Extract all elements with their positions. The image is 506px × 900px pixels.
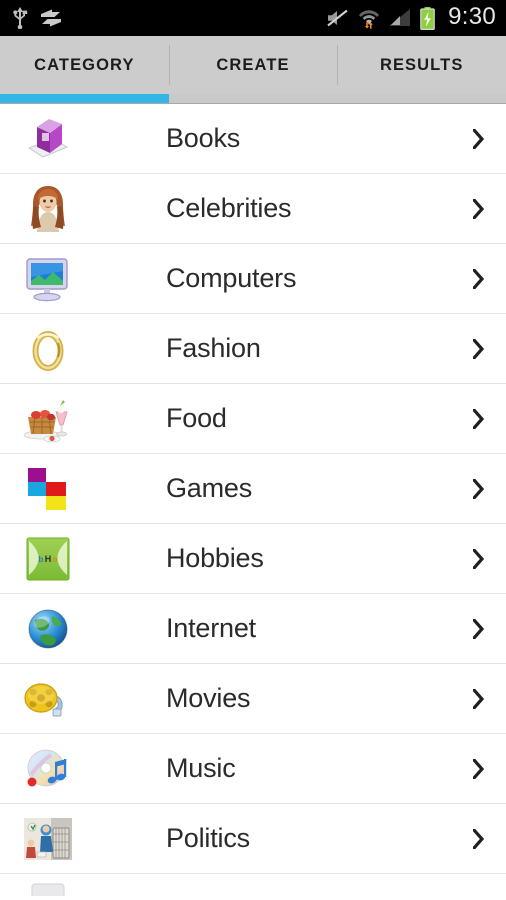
wifi-data-icon	[359, 10, 380, 29]
list-item-fashion[interactable]: Fashion	[0, 314, 506, 384]
status-bar-clock: 9:30	[448, 3, 496, 30]
tab-category[interactable]: CATEGORY	[0, 36, 169, 94]
tab-bar-labels: CATEGORY CREATE RESULTS	[0, 36, 506, 94]
tab-bar: CATEGORY CREATE RESULTS	[0, 36, 506, 104]
tab-indicator-create	[169, 94, 338, 103]
usb-icon	[13, 7, 28, 29]
list-item-label: Celebrities	[166, 193, 292, 223]
chevron-right-icon[interactable]	[450, 408, 506, 429]
list-item-label: Computers	[166, 263, 297, 293]
list-item-hobbies[interactable]: H o b Hobbies	[0, 524, 506, 594]
sync-transfer-icon	[41, 9, 61, 27]
list-item-internet[interactable]: Internet	[0, 594, 506, 664]
list-item-movies[interactable]: Movies	[0, 664, 506, 734]
chevron-right-icon[interactable]	[450, 758, 506, 779]
list-item-label: Internet	[166, 613, 256, 643]
list-item-computers[interactable]: Computers	[0, 244, 506, 314]
tab-results-label: RESULTS	[379, 55, 464, 74]
list-item-label: Hobbies	[166, 543, 264, 573]
chevron-right-icon[interactable]	[450, 618, 506, 639]
list-item-label: Fashion	[166, 333, 261, 363]
list-item-celebrities[interactable]: Celebrities	[0, 174, 506, 244]
status-bar: 9:30	[0, 0, 506, 36]
tab-create[interactable]: CREATE	[168, 36, 338, 94]
list-item-food[interactable]: Food	[0, 384, 506, 454]
tab-results[interactable]: RESULTS	[337, 36, 506, 94]
chevron-right-icon[interactable]	[450, 548, 506, 569]
tab-create-label: CREATE	[216, 55, 290, 74]
chevron-right-icon[interactable]	[450, 198, 506, 219]
chevron-right-icon[interactable]	[450, 828, 506, 849]
list-item-label: Books	[166, 123, 241, 153]
chevron-right-icon[interactable]	[450, 338, 506, 359]
tab-indicator-results	[337, 94, 506, 103]
list-item-label: Politics	[166, 823, 250, 853]
list-item-label: Music	[166, 753, 236, 783]
chevron-right-icon[interactable]	[450, 478, 506, 499]
chevron-right-icon[interactable]	[450, 688, 506, 709]
tab-indicator-track	[0, 94, 506, 104]
list-item-label: Food	[166, 403, 227, 433]
mute-icon	[327, 9, 348, 27]
tab-category-label: CATEGORY	[34, 55, 135, 74]
list-item-label: Games	[166, 473, 253, 503]
battery-charging-icon	[420, 6, 435, 30]
list-item-partial-next[interactable]	[0, 874, 506, 896]
list-item-games[interactable]: Games	[0, 454, 506, 524]
status-bar-right-icons: 9:30	[327, 5, 496, 31]
list-item-label	[96, 874, 166, 896]
cell-signal-icon	[389, 9, 411, 26]
list-item-books[interactable]: Books	[0, 104, 506, 174]
tab-indicator-category-active	[0, 94, 169, 103]
list-item-label: Movies	[166, 683, 251, 713]
chevron-right-icon[interactable]	[450, 268, 506, 289]
status-bar-left-icons	[12, 7, 62, 29]
list-item-politics[interactable]: Politics	[0, 804, 506, 874]
category-list: Books Celebrities Computers Fashion Food…	[0, 104, 506, 896]
chevron-right-icon[interactable]	[450, 128, 506, 149]
list-item-music[interactable]: Music	[0, 734, 506, 804]
